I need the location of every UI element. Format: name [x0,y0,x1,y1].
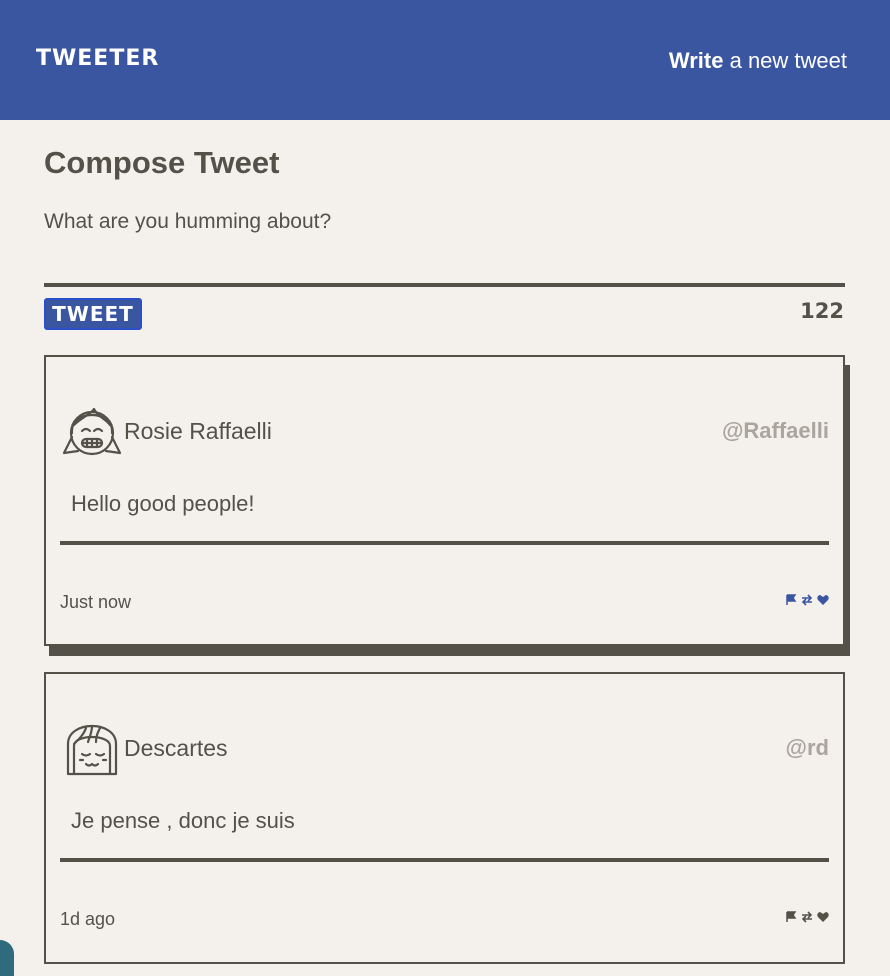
compose-title: Compose Tweet [44,145,280,180]
brand-logo[interactable]: TWEETER [36,46,159,71]
write-label-rest: a new tweet [723,48,847,73]
heart-icon[interactable] [817,594,829,606]
write-new-tweet-link[interactable]: Write a new tweet [669,48,847,74]
tweet-header: Descartes @rd [60,714,829,780]
tweet-actions [785,594,829,606]
top-nav: TWEETER Write a new tweet [0,0,890,120]
tweet-card: Rosie Raffaelli @Raffaelli Hello good pe… [44,355,845,646]
tweet-card: Descartes @rd Je pense , donc je suis 1d… [44,672,845,964]
tweet-divider [60,858,829,862]
retweet-icon[interactable] [801,911,813,923]
tweet-author-name: Rosie Raffaelli [124,418,272,444]
tweet-text: Je pense , donc je suis [71,808,295,833]
tweet-text: Hello good people! [71,491,255,516]
tweet-author-name: Descartes [124,735,228,761]
tweet-header: Rosie Raffaelli @Raffaelli [60,397,829,463]
girl-bob-avatar-icon [66,724,118,776]
tweet-author-handle[interactable]: @Raffaelli [722,418,829,444]
tweet-actions [785,911,829,923]
tweet-author-handle[interactable]: @rd [786,735,829,761]
retweet-icon[interactable] [801,594,813,606]
window-edge-decoration [0,940,14,976]
tweet-submit-button[interactable]: TWEET [44,298,142,330]
tweet-timestamp: 1d ago [60,909,116,929]
compose-tweet-input[interactable] [44,210,845,284]
heart-icon[interactable] [817,911,829,923]
compose-divider [44,283,845,287]
write-label-bold: Write [668,48,724,73]
girl-pigtails-avatar-icon [62,407,122,456]
flag-icon[interactable] [785,594,797,606]
character-counter: 122 [800,299,844,323]
tweet-divider [60,541,829,545]
flag-icon[interactable] [785,911,797,923]
tweet-timestamp: Just now [60,592,132,612]
